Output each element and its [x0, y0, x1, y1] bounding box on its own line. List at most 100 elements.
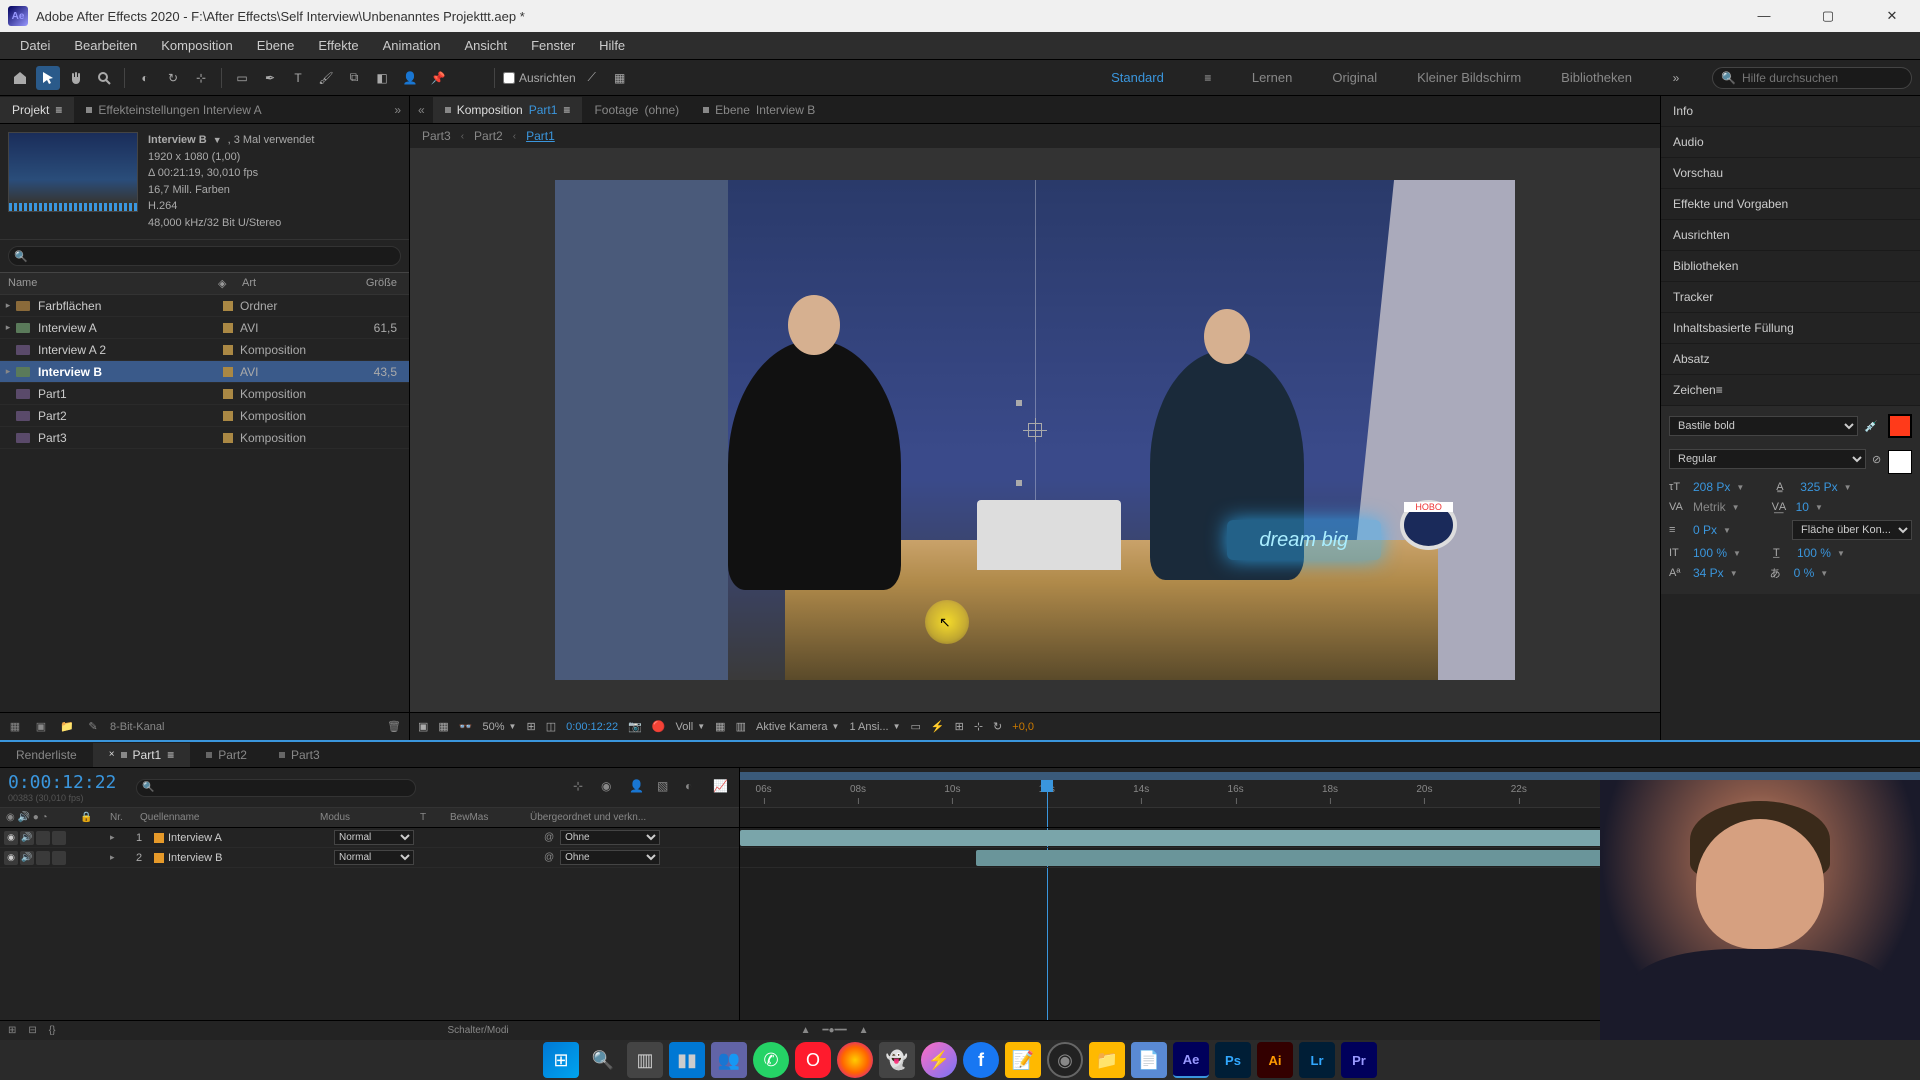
layer-color-swatch[interactable] — [154, 833, 164, 843]
workspace-standard[interactable]: Standard — [1103, 66, 1172, 89]
tab-projekt[interactable]: Projekt ≡ — [0, 97, 74, 123]
shy-icon[interactable]: 👤 — [629, 779, 647, 797]
zoom-in-icon[interactable]: ▲ — [859, 1025, 869, 1036]
eyedropper-icon[interactable]: 💉 — [1864, 419, 1882, 433]
project-thumbnail[interactable] — [8, 132, 138, 212]
project-row[interactable]: Part3Komposition — [0, 427, 409, 449]
maximize-button[interactable]: ▢ — [1808, 8, 1848, 24]
composition-viewer[interactable]: dream big ↖ — [410, 148, 1660, 712]
zoom-slider[interactable]: ━●━━ — [823, 1025, 847, 1036]
crumb-part1[interactable]: Part1 — [526, 129, 555, 143]
layer-toggle-icon[interactable]: ▸ — [110, 852, 124, 863]
switches-label[interactable]: Schalter/Modi — [447, 1025, 508, 1036]
taskbar-teams-icon[interactable]: 👥 — [711, 1042, 747, 1078]
taskbar-messenger-icon[interactable]: ⚡ — [921, 1042, 957, 1078]
playhead[interactable] — [1041, 780, 1053, 792]
fill-color-swatch[interactable] — [1888, 414, 1912, 438]
puppet-tool-icon[interactable]: 📌 — [426, 66, 450, 90]
visibility-icon[interactable]: ◉ — [4, 831, 18, 845]
lock-icon[interactable] — [52, 851, 66, 865]
zoom-tool-icon[interactable] — [92, 66, 116, 90]
workspace-overflow-icon[interactable]: » — [1664, 66, 1688, 90]
taskbar-start-icon[interactable]: ⊞ — [543, 1042, 579, 1078]
layer-color-swatch[interactable] — [154, 853, 164, 863]
work-area-bar[interactable] — [740, 772, 1920, 780]
panel-audio[interactable]: Audio — [1661, 127, 1920, 158]
project-row[interactable]: ▸Interview AAVI61,5 — [0, 317, 409, 339]
kerning-value[interactable]: Metrik — [1693, 500, 1726, 514]
solo-icon[interactable] — [36, 851, 50, 865]
project-search-input[interactable] — [8, 246, 401, 266]
panel-tracker[interactable]: Tracker — [1661, 282, 1920, 313]
motion-blur-icon[interactable]: ◐ — [685, 779, 703, 797]
menu-animation[interactable]: Animation — [371, 34, 453, 57]
taskbar-photoshop-icon[interactable]: Ps — [1215, 1042, 1251, 1078]
menu-bearbeiten[interactable]: Bearbeiten — [62, 34, 149, 57]
taskbar-lightroom-icon[interactable]: Lr — [1299, 1042, 1335, 1078]
label-swatch[interactable] — [223, 433, 233, 443]
menu-ansicht[interactable]: Ansicht — [452, 34, 519, 57]
lock-icon[interactable] — [52, 831, 66, 845]
roto-tool-icon[interactable]: 👤 — [398, 66, 422, 90]
zoom-out-icon[interactable]: ▲ — [801, 1025, 811, 1036]
pen-tool-icon[interactable]: ✒ — [258, 66, 282, 90]
stroke-color-swatch[interactable] — [1888, 450, 1912, 474]
font-style-select[interactable]: Regular — [1669, 449, 1866, 469]
audio-icon[interactable]: 🔊 — [20, 851, 34, 865]
font-size-value[interactable]: 208 Px — [1693, 480, 1730, 494]
rotate-tool-icon[interactable]: ↻ — [161, 66, 185, 90]
comp-timecode[interactable]: 0:00:12:22 — [566, 721, 618, 733]
parent-select[interactable]: Ohne — [560, 830, 660, 845]
taskbar-facebook-icon[interactable]: f — [963, 1042, 999, 1078]
taskbar-firefox-icon[interactable] — [837, 1042, 873, 1078]
panel-menu-icon[interactable]: ≡ — [1716, 383, 1723, 397]
pickwhip-icon[interactable]: @ — [544, 852, 554, 863]
guides-icon[interactable]: ▥ — [736, 720, 746, 733]
parent-select[interactable]: Ohne — [560, 850, 660, 865]
leading-value[interactable]: 325 Px — [1800, 480, 1837, 494]
menu-fenster[interactable]: Fenster — [519, 34, 587, 57]
stroke-width-value[interactable]: 0 Px — [1693, 523, 1717, 537]
panel-content-fill[interactable]: Inhaltsbasierte Füllung — [1661, 313, 1920, 344]
zoom-dropdown[interactable]: 50% ▼ — [483, 721, 517, 733]
new-folder-icon[interactable]: 📁 — [58, 718, 76, 736]
timeline-tab-part1[interactable]: × Part1 ≡ — [93, 743, 191, 767]
anchor-tool-icon[interactable]: ⊹ — [189, 66, 213, 90]
orbit-tool-icon[interactable]: ◐ — [133, 66, 157, 90]
close-button[interactable]: ✕ — [1872, 8, 1912, 24]
comp-tab-ebene[interactable]: Ebene Interview B — [691, 97, 827, 123]
home-tool-icon[interactable] — [8, 66, 32, 90]
menu-effekte[interactable]: Effekte — [306, 34, 370, 57]
hscale-value[interactable]: 100 % — [1797, 546, 1831, 560]
trash-icon[interactable]: 🗑 — [385, 718, 403, 736]
mask-toggle-icon[interactable]: 👓 — [459, 720, 473, 733]
timeline-icon[interactable]: ⊞ — [955, 720, 964, 733]
project-row[interactable]: ▸Interview BAVI43,5 — [0, 361, 409, 383]
tsume-value[interactable]: 0 % — [1794, 566, 1815, 580]
menu-datei[interactable]: Datei — [8, 34, 62, 57]
always-preview-icon[interactable]: ▣ — [418, 720, 428, 733]
blend-mode-select[interactable]: Normal — [334, 850, 414, 865]
vscale-value[interactable]: 100 % — [1693, 546, 1727, 560]
layer-toggle-icon[interactable]: ▸ — [110, 832, 124, 843]
fast-preview-icon[interactable]: ⚡ — [931, 720, 945, 733]
help-search[interactable]: 🔍 — [1712, 67, 1912, 89]
type-tool-icon[interactable]: T — [286, 66, 310, 90]
label-swatch[interactable] — [223, 411, 233, 421]
resolution-icon[interactable]: ⊞ — [526, 720, 535, 733]
workspace-lernen[interactable]: Lernen — [1244, 66, 1300, 89]
align-checkbox[interactable]: Ausrichten — [503, 71, 576, 85]
tracking-value[interactable]: 10 — [1796, 500, 1809, 514]
help-search-input[interactable] — [1742, 71, 1903, 85]
timeline-tab-part2[interactable]: Part2 — [190, 743, 263, 767]
channel-icon[interactable]: 🔴 — [652, 720, 666, 733]
taskbar-premiere-icon[interactable]: Pr — [1341, 1042, 1377, 1078]
panel-zeichen-header[interactable]: Zeichen ≡ — [1661, 375, 1920, 406]
taskbar-explorer-icon[interactable]: 📁 — [1089, 1042, 1125, 1078]
font-family-select[interactable]: Bastile bold — [1669, 416, 1858, 436]
taskbar-illustrator-icon[interactable]: Ai — [1257, 1042, 1293, 1078]
tab-close-icon[interactable]: × — [109, 749, 115, 760]
resolution-dropdown[interactable]: Voll ▼ — [676, 721, 706, 733]
taskbar-widgets-icon[interactable]: ▮▮ — [669, 1042, 705, 1078]
solo-icon[interactable] — [36, 831, 50, 845]
